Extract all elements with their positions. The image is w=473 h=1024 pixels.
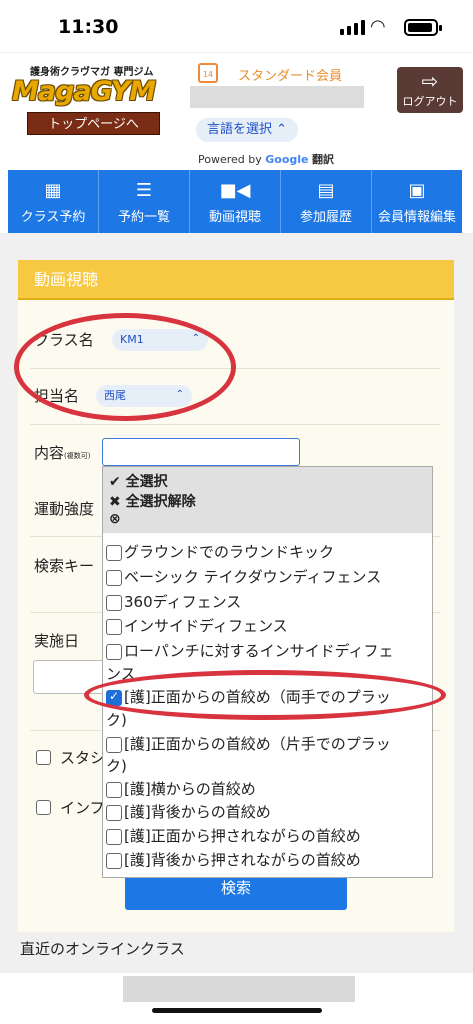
dropdown-option[interactable]: [護]正面から押されながらの首絞め [106,825,361,846]
option-checkbox[interactable] [106,804,122,821]
status-time: 11:30 [58,16,119,38]
member-type-label: スタンダード会員 [238,69,343,84]
dropdown-option[interactable]: [護]横からの首絞め [106,778,256,799]
top-page-link[interactable]: トップページへ [27,112,160,135]
nav-history[interactable]: ▤ 参加履歴 [281,170,372,233]
calendar-check-icon: ▦ [44,180,62,201]
option-checkbox[interactable] [106,781,122,798]
dropdown-option[interactable]: [護]背後からの首絞め [106,801,271,822]
option-checkbox[interactable] [106,544,122,561]
logout-icon: ⇨ [421,69,439,93]
history-list-icon: ▤ [317,180,335,201]
nav-label: 動画視聴 [208,210,261,225]
logout-button[interactable]: ⇨ ログアウト [397,67,463,113]
dropdown-option[interactable]: ローパンチに対するインサイドディフェ [106,640,394,661]
logo[interactable]: MagaGYM [12,76,172,108]
option-checkbox[interactable] [106,618,122,635]
recent-online-classes-heading: 直近のオンラインクラス [20,940,185,958]
date-label: 実施日 [34,632,80,650]
video-camera-icon: ■◀ [219,180,251,201]
intensity-label: 運動強度 [34,500,95,518]
option-checkbox[interactable] [106,594,122,611]
option-checkbox[interactable] [106,643,122,660]
list-icon: ☰ [135,180,153,201]
option-checkbox[interactable] [106,828,122,845]
divider [30,424,440,425]
checkbox-1[interactable] [36,750,51,765]
option-checkbox[interactable] [106,569,122,586]
annotation-ellipse [84,670,446,720]
id-card-icon: ▣ [408,180,426,201]
calendar-icon: 14 [198,63,218,83]
checkbox-1-label: スタシ [60,749,106,767]
dropdown-option[interactable]: インサイドディフェンス [106,615,288,636]
cellular-signal-icon [340,20,365,35]
powered-by-google-translate: Powered by Google 翻訳 [198,151,334,167]
nav-reservation-list[interactable]: ☰ 予約一覧 [99,170,190,233]
panel-title: 動画視聴 [18,260,454,300]
member-name-redacted [190,86,364,108]
select-all-option[interactable]: ✔ 全選択 [109,471,168,491]
wifi-icon: ◠ [370,16,386,37]
nav-label: 参加履歴 [299,210,352,225]
close-icon[interactable]: ⊗ [109,511,121,527]
dropdown-option-wrap[interactable]: ク) [106,709,127,730]
dropdown-option[interactable]: [護]正面からの首絞め（片手でのプラッ [106,733,391,754]
content-label: 内容(複数可) [34,442,90,463]
language-select[interactable]: 言語を選択 ⌃ [196,118,298,142]
content-label-text: 内容 [34,444,65,462]
dropdown-option[interactable]: 360ディフェンス [106,591,241,612]
dropdown-option[interactable]: ベーシック テイクダウンディフェンス [106,566,381,587]
content-multiselect[interactable] [102,438,300,466]
translate-text: 翻訳 [312,153,335,166]
option-checkbox[interactable] [106,852,122,869]
dropdown-option[interactable]: グラウンドでのラウンドキック [106,541,334,562]
logout-label: ログアウト [402,95,458,108]
status-bar: 11:30 ◠ [0,0,473,52]
checkbox-2-label: インフ [60,799,105,817]
browser-url-bar[interactable] [123,976,355,1002]
dropdown-option-wrap[interactable]: ク) [106,755,127,776]
nav-class-reservation[interactable]: ▦ クラス予約 [8,170,99,233]
option-checkbox[interactable] [106,736,122,753]
battery-icon [404,19,442,36]
nav-video[interactable]: ■◀ 動画視聴 [190,170,281,233]
main-nav: ▦ クラス予約 ☰ 予約一覧 ■◀ 動画視聴 ▤ 参加履歴 ▣ 会員情報編集 [8,170,462,233]
keyword-label: 検索キー [34,557,95,575]
nav-member-edit[interactable]: ▣ 会員情報編集 [372,170,462,233]
dropdown-option[interactable]: [護]背後から押されながらの首絞め [106,849,361,870]
deselect-all-option[interactable]: ✖ 全選択解除 [109,491,196,511]
powered-by-text: Powered by [198,153,262,166]
checkbox-2[interactable] [36,800,51,815]
home-indicator[interactable] [152,1008,322,1013]
nav-label: 会員情報編集 [377,210,456,225]
google-logo: Google [265,153,309,166]
annotation-ellipse [14,313,236,421]
content-label-note: (複数可) [64,452,91,460]
nav-label: 予約一覧 [117,210,170,225]
nav-label: クラス予約 [20,210,86,225]
dropdown-header: ✔ 全選択 ✖ 全選択解除 ⊗ [103,467,432,533]
